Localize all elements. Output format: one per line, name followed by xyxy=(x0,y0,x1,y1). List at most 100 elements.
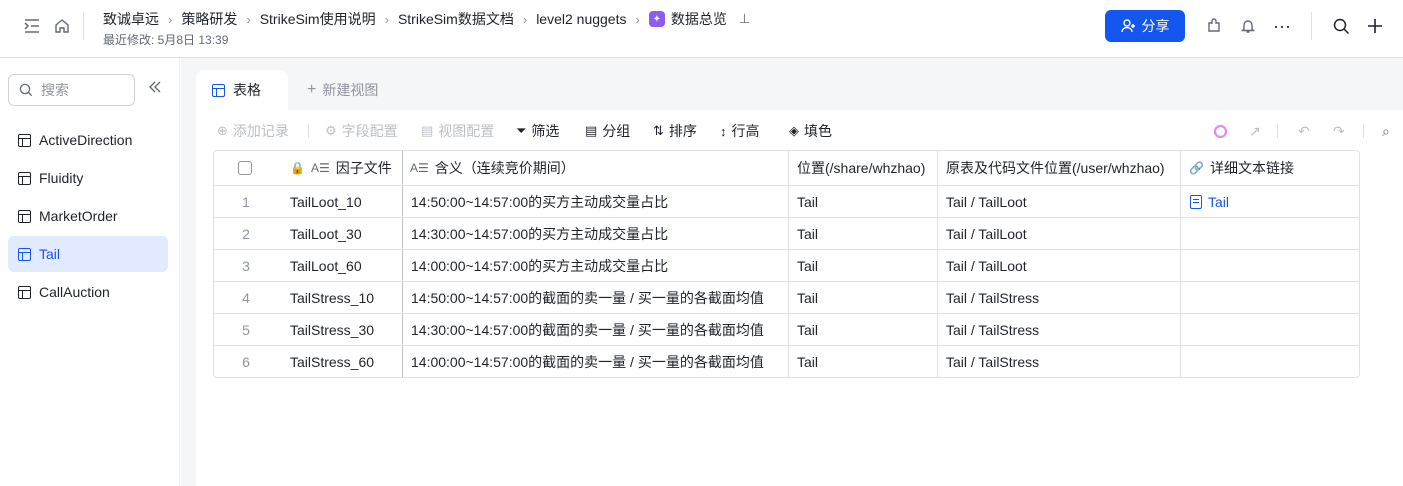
cell-link[interactable] xyxy=(1181,314,1359,345)
new-view-button[interactable]: + 新建视图 xyxy=(307,80,378,100)
top-bar: 致诚卓远 › 策略研发 › StrikeSim使用说明 › StrikeSim数… xyxy=(0,0,1403,58)
sidebar-item-fluidity[interactable]: Fluidity xyxy=(8,160,168,196)
cell-link[interactable] xyxy=(1181,250,1359,281)
row-height-button[interactable]: ↕ 行高 xyxy=(720,122,760,140)
divider xyxy=(1363,124,1364,138)
cell-meaning[interactable]: 14:30:00~14:57:00的截面的卖一量 / 买一量的各截面均值 xyxy=(403,314,789,345)
table-row[interactable]: 1 TailLoot_10 14:50:00~14:57:00的买方主动成交量占… xyxy=(214,186,1359,218)
breadcrumb-item[interactable]: 策略研发 xyxy=(181,9,237,29)
cell-factor-file[interactable]: TailStress_30 xyxy=(276,314,403,345)
cell-meaning[interactable]: 14:50:00~14:57:00的截面的卖一量 / 买一量的各截面均值 xyxy=(403,282,789,313)
share-button[interactable]: 分享 xyxy=(1105,10,1185,42)
main-area: 表格 + 新建视图 ⊕ 添加记录 ⚙ 字段配置 ▤ 视图配置 ⏷ 筛选 ▤ 分组… xyxy=(181,58,1403,486)
cell-location[interactable]: Tail xyxy=(789,346,938,377)
add-record-button[interactable]: ⊕ 添加记录 xyxy=(217,122,289,140)
table-row[interactable]: 6 TailStress_60 14:00:00~14:57:00的截面的卖一量… xyxy=(214,346,1359,377)
filter-label: 筛选 xyxy=(531,123,560,139)
breadcrumb-item[interactable]: 致诚卓远 xyxy=(103,9,159,29)
sidebar-item-activedirection[interactable]: ActiveDirection xyxy=(8,122,168,158)
bell-icon[interactable] xyxy=(1238,16,1258,36)
cell-source[interactable]: Tail / TailLoot xyxy=(938,218,1181,249)
table-row[interactable]: 2 TailLoot_30 14:30:00~14:57:00的买方主动成交量占… xyxy=(214,218,1359,250)
group-button[interactable]: ▤ 分组 xyxy=(585,122,630,140)
collapse-sidebar-icon[interactable] xyxy=(148,80,166,100)
plugin-icon[interactable] xyxy=(1204,16,1224,36)
view-tabs: 表格 + 新建视图 xyxy=(181,58,1403,110)
cell-location[interactable]: Tail xyxy=(789,282,938,313)
sidebar-item-tail[interactable]: Tail xyxy=(8,236,168,272)
table-icon xyxy=(18,209,31,223)
column-header[interactable]: A☰ 含义（连续竞价期间） xyxy=(403,151,789,185)
view-config-button[interactable]: ▤ 视图配置 xyxy=(421,122,494,140)
breadcrumb-item[interactable]: level2 nuggets xyxy=(536,11,626,27)
doc-link[interactable]: Tail xyxy=(1190,194,1229,210)
share-view-icon[interactable]: ↗ xyxy=(1249,122,1261,140)
sidebar-item-label: Tail xyxy=(39,246,61,262)
filter-button[interactable]: ⏷ 筛选 xyxy=(516,122,559,140)
column-header[interactable]: 🔒 A☰ 因子文件 xyxy=(276,151,403,185)
pin-icon[interactable]: ⊥ xyxy=(739,11,750,27)
ai-icon[interactable] xyxy=(1213,122,1228,140)
cell-link[interactable] xyxy=(1181,282,1359,313)
breadcrumb-item[interactable]: StrikeSim数据文档 xyxy=(398,9,514,29)
menu-toggle-icon[interactable] xyxy=(22,16,42,36)
group-icon: ▤ xyxy=(585,123,598,138)
cell-source[interactable]: Tail / TailStress xyxy=(938,314,1181,345)
cell-location[interactable]: Tail xyxy=(789,186,938,217)
cell-link[interactable]: Tail xyxy=(1181,186,1359,217)
breadcrumb-item[interactable]: StrikeSim使用说明 xyxy=(260,9,376,29)
select-all-cell xyxy=(214,151,276,185)
cell-location[interactable]: Tail xyxy=(789,218,938,249)
cell-factor-file[interactable]: TailLoot_10 xyxy=(276,186,403,217)
search-icon[interactable] xyxy=(1331,16,1351,36)
cell-location[interactable]: Tail xyxy=(789,314,938,345)
table-icon xyxy=(18,247,31,261)
cell-location[interactable]: Tail xyxy=(789,250,938,281)
undo-icon[interactable]: ↶ xyxy=(1298,122,1310,140)
more-icon[interactable]: ··· xyxy=(1272,16,1292,36)
cell-meaning[interactable]: 14:50:00~14:57:00的买方主动成交量占比 xyxy=(403,186,789,217)
cell-source[interactable]: Tail / TailLoot xyxy=(938,250,1181,281)
search-icon xyxy=(19,83,33,97)
cell-meaning[interactable]: 14:00:00~14:57:00的买方主动成交量占比 xyxy=(403,250,789,281)
cell-factor-file[interactable]: TailStress_60 xyxy=(276,346,403,377)
field-config-button[interactable]: ⚙ 字段配置 xyxy=(325,122,398,140)
home-icon[interactable] xyxy=(52,16,72,36)
cell-link[interactable] xyxy=(1181,346,1359,377)
cell-source[interactable]: Tail / TailLoot xyxy=(938,186,1181,217)
link-icon: 🔗 xyxy=(1189,161,1204,175)
column-header[interactable]: 原表及代码文件位置(/user/whzhao) xyxy=(938,151,1181,185)
breadcrumb-current[interactable]: ✦ 数据总览 ⊥ xyxy=(648,9,750,29)
cell-link[interactable] xyxy=(1181,218,1359,249)
cell-source[interactable]: Tail / TailStress xyxy=(938,346,1181,377)
paint-bucket-icon: ◈ xyxy=(789,123,799,138)
table-row[interactable]: 3 TailLoot_60 14:00:00~14:57:00的买方主动成交量占… xyxy=(214,250,1359,282)
view-settings-icon: ▤ xyxy=(421,123,434,138)
cell-factor-file[interactable]: TailLoot_60 xyxy=(276,250,403,281)
chevron-right-icon: › xyxy=(168,11,173,27)
search-records-icon[interactable]: ⌕ xyxy=(1382,122,1390,140)
column-header[interactable]: 位置(/share/whzhao) xyxy=(789,151,938,185)
table-row[interactable]: 4 TailStress_10 14:50:00~14:57:00的截面的卖一量… xyxy=(214,282,1359,314)
table-row[interactable]: 5 TailStress_30 14:30:00~14:57:00的截面的卖一量… xyxy=(214,314,1359,346)
base-doc-icon: ✦ xyxy=(648,11,665,27)
cell-factor-file[interactable]: TailLoot_30 xyxy=(276,218,403,249)
table-icon xyxy=(212,83,225,97)
table-panel: ⊕ 添加记录 ⚙ 字段配置 ▤ 视图配置 ⏷ 筛选 ▤ 分组 ⇅ 排序 ↕ 行高… xyxy=(196,110,1403,486)
cell-meaning[interactable]: 14:30:00~14:57:00的买方主动成交量占比 xyxy=(403,218,789,249)
view-config-label: 视图配置 xyxy=(438,123,495,139)
add-icon[interactable] xyxy=(1365,16,1385,36)
tab-grid-view[interactable]: 表格 xyxy=(196,70,288,110)
search-input[interactable]: 搜索 xyxy=(8,74,135,106)
cell-source[interactable]: Tail / TailStress xyxy=(938,282,1181,313)
column-header[interactable]: 🔗 详细文本链接 xyxy=(1181,151,1359,185)
column-header-label: 含义（连续竞价期间） xyxy=(434,160,575,176)
redo-icon[interactable]: ↷ xyxy=(1333,122,1345,140)
fill-color-button[interactable]: ◈ 填色 xyxy=(789,122,832,140)
sort-button[interactable]: ⇅ 排序 xyxy=(653,122,697,140)
cell-factor-file[interactable]: TailStress_10 xyxy=(276,282,403,313)
cell-meaning[interactable]: 14:00:00~14:57:00的截面的卖一量 / 买一量的各截面均值 xyxy=(403,346,789,377)
sidebar-item-callauction[interactable]: CallAuction xyxy=(8,274,168,310)
sidebar-item-marketorder[interactable]: MarketOrder xyxy=(8,198,168,234)
select-all-checkbox[interactable] xyxy=(238,161,252,175)
